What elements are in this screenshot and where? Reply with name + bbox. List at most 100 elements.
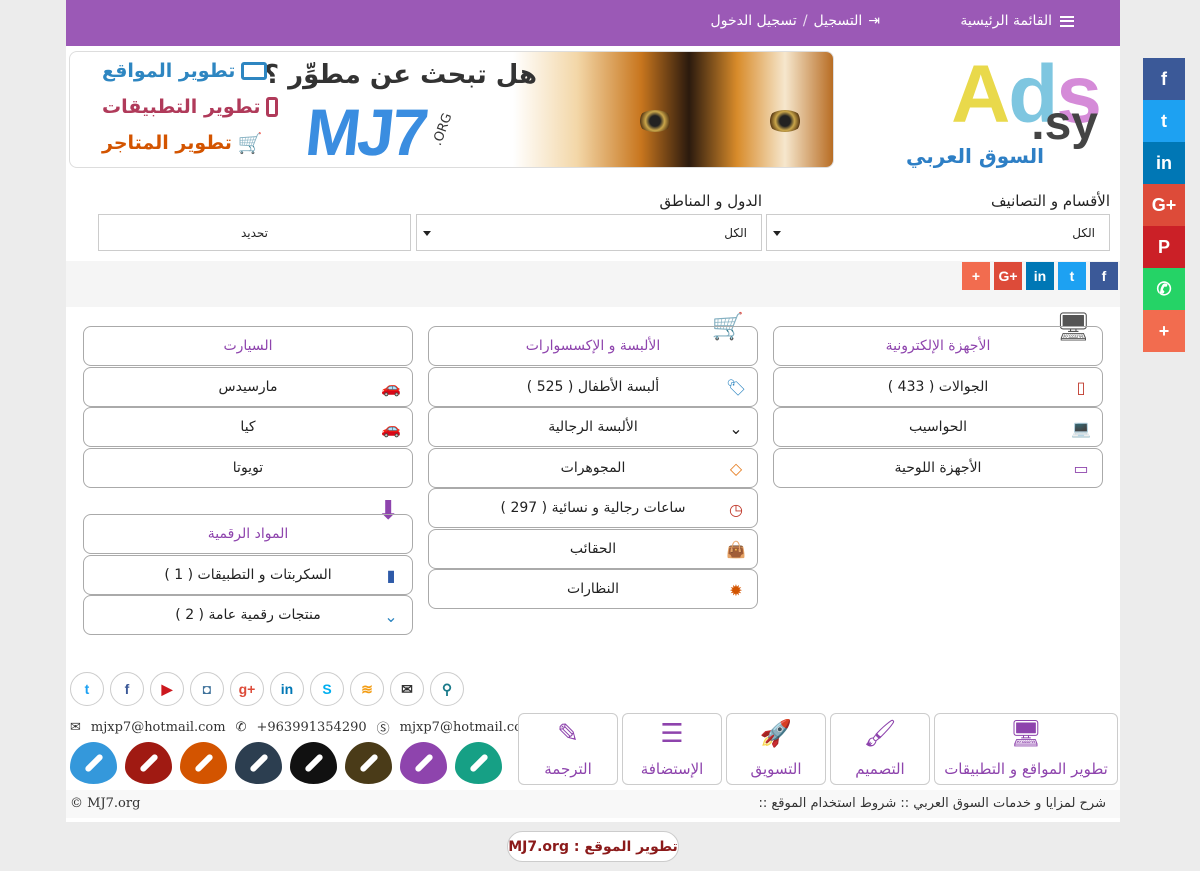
service-rocket[interactable]: 🚀 التسويق bbox=[726, 713, 826, 785]
category-item[interactable]: ◇ المجوهرات bbox=[428, 447, 758, 488]
plus-icon[interactable]: + bbox=[1143, 310, 1185, 352]
category-item[interactable]: 🏷 ألبسة الأطفال ( 525 ) bbox=[428, 366, 758, 407]
color-swatch-brush-icon[interactable] bbox=[400, 742, 447, 784]
footer-sep: :: bbox=[900, 796, 910, 811]
category-item[interactable]: ▮ السكربتات و التطبيقات ( 1 ) bbox=[83, 554, 413, 595]
google-plus-icon[interactable]: G+ bbox=[994, 262, 1022, 290]
edit-icon: ✎ bbox=[557, 719, 579, 749]
category-title[interactable]: السيارت bbox=[83, 326, 413, 366]
service-server[interactable]: ☰ الإستضافة bbox=[622, 713, 722, 785]
category-item[interactable]: 🚗 كيا bbox=[83, 407, 413, 447]
file-icon: ▮ bbox=[386, 566, 396, 585]
banner-service-web: تطوير المواقع bbox=[102, 60, 268, 82]
server-icon: ☰ bbox=[660, 719, 684, 749]
floating-share-bar: f t in G+ P ✆ + bbox=[1143, 58, 1185, 352]
car-icon: 🚗 bbox=[381, 378, 401, 397]
contact-email-2[interactable]: mjxp7@hotmail.com bbox=[400, 720, 535, 735]
contact-phone[interactable]: +963991354290 bbox=[256, 720, 366, 735]
monitor-icon bbox=[241, 62, 268, 80]
category-item[interactable]: ◷ ساعات رجالية و نسائية ( 297 ) bbox=[428, 488, 758, 528]
facebook-icon[interactable]: f bbox=[1090, 262, 1118, 290]
ad-banner[interactable]: هل تبحث عن مطوِّر ؟ MJ7 .ORG تطوير الموا… bbox=[69, 51, 834, 168]
footer-link-features[interactable]: شرح لمزايا و خدمات السوق العربي bbox=[913, 796, 1106, 811]
category-item-label: كيا bbox=[240, 419, 256, 435]
mobile-icon: ▯ bbox=[1076, 378, 1086, 397]
instagram-icon[interactable]: ◘ bbox=[190, 672, 224, 706]
linkedin-icon[interactable]: in bbox=[1026, 262, 1054, 290]
diamond-icon: ◇ bbox=[729, 459, 743, 478]
category-cars: السيارت 🚗 مارسيدس 🚗 كيا تويوتا bbox=[83, 326, 413, 488]
twitter-icon[interactable]: t bbox=[1058, 262, 1086, 290]
register-link[interactable]: التسجيل bbox=[814, 13, 863, 29]
twitter-icon[interactable]: t bbox=[70, 672, 104, 706]
developer-credit-button[interactable]: MJ7.org : تطوير الموقع bbox=[507, 831, 679, 862]
color-swatch-brush-icon[interactable] bbox=[345, 742, 392, 784]
color-swatch-brush-icon[interactable] bbox=[235, 742, 282, 784]
skype-icon[interactable]: S bbox=[310, 672, 344, 706]
sign-in-icon: ⇥ bbox=[868, 13, 880, 29]
footer-link-terms[interactable]: شروط استخدام الموقع bbox=[771, 796, 896, 811]
footer-links: :: شرح لمزايا و خدمات السوق العربي :: شر… bbox=[758, 796, 1106, 811]
color-swatch-brush-icon[interactable] bbox=[70, 742, 117, 784]
service-label: تطوير المواقع و التطبيقات bbox=[944, 760, 1108, 778]
category-item[interactable]: ▭ الأجهزة اللوحية bbox=[773, 447, 1103, 488]
linkedin-icon[interactable]: in bbox=[270, 672, 304, 706]
category-item-label: ساعات رجالية و نسائية ( 297 ) bbox=[500, 500, 686, 516]
category-item-label: منتجات رقمية عامة ( 2 ) bbox=[175, 607, 321, 623]
caret-down-icon bbox=[423, 231, 431, 236]
site-logo[interactable]: Ads .sy السوق العربي bbox=[906, 52, 1110, 172]
filter-submit-button[interactable]: تحديد bbox=[98, 214, 411, 251]
color-swatch-brush-icon[interactable] bbox=[455, 742, 502, 784]
category-item[interactable]: ⌄ منتجات رقمية عامة ( 2 ) bbox=[83, 595, 413, 635]
social-links: t f ▶ ◘ g+ in S ≋ ✉ ⚲ bbox=[70, 672, 464, 706]
category-item[interactable]: ⌄ الألبسة الرجالية bbox=[428, 407, 758, 447]
color-swatch-brush-icon[interactable] bbox=[180, 742, 227, 784]
youtube-icon[interactable]: ▶ bbox=[150, 672, 184, 706]
search-icon[interactable]: ⚲ bbox=[430, 672, 464, 706]
linkedin-icon[interactable]: in bbox=[1143, 142, 1185, 184]
google-plus-icon[interactable]: G+ bbox=[1143, 184, 1185, 226]
service-label: الإستضافة bbox=[640, 760, 704, 778]
plus-icon[interactable]: + bbox=[962, 262, 990, 290]
tiger-eye-left bbox=[637, 110, 673, 132]
service-monitor[interactable]: 🖥 تطوير المواقع و التطبيقات bbox=[934, 713, 1118, 785]
category-title[interactable]: المواد الرقمية bbox=[83, 514, 413, 554]
category-item[interactable]: تويوتا bbox=[83, 447, 413, 488]
skype-icon: Ⓢ bbox=[376, 722, 390, 737]
whatsapp-icon[interactable]: ✆ bbox=[1143, 268, 1185, 310]
category-item-label: مارسيدس bbox=[218, 378, 278, 395]
category-item-label: الألبسة الرجالية bbox=[548, 419, 638, 435]
category-item[interactable]: ✹ النظارات bbox=[428, 569, 758, 609]
regions-select[interactable]: الكل bbox=[416, 214, 762, 251]
search-filters: الأقسام و التصانيف الدول و المناطق الكل … bbox=[66, 190, 1120, 260]
categories-select[interactable]: الكل bbox=[766, 214, 1110, 251]
facebook-icon[interactable]: f bbox=[110, 672, 144, 706]
google-plus-icon[interactable]: g+ bbox=[230, 672, 264, 706]
banner-brand: MJ7 bbox=[302, 95, 430, 168]
login-link[interactable]: تسجيل الدخول bbox=[711, 13, 797, 29]
category-item[interactable]: ▯ الجوالات ( 433 ) bbox=[773, 366, 1103, 407]
service-brush[interactable]: 🖌 التصميم bbox=[830, 713, 930, 785]
category-item-label: ألبسة الأطفال ( 525 ) bbox=[526, 378, 660, 395]
category-title[interactable]: الألبسة و الإكسسوارات bbox=[428, 326, 758, 366]
caret-down-icon bbox=[773, 231, 781, 236]
twitter-icon[interactable]: t bbox=[1143, 100, 1185, 142]
category-item-label: تويوتا bbox=[232, 459, 264, 476]
rss-icon[interactable]: ≋ bbox=[350, 672, 384, 706]
service-edit[interactable]: ✎ الترجمة bbox=[518, 713, 618, 785]
category-item-label: الحواسيب bbox=[908, 419, 968, 435]
facebook-icon[interactable]: f bbox=[1143, 58, 1185, 100]
contact-email-1[interactable]: mjxp7@hotmail.com bbox=[91, 720, 226, 735]
contact-info: ✉ mjxp7@hotmail.com ✆ +963991354290 Ⓢ mj… bbox=[70, 718, 534, 737]
main-menu-button[interactable]: القائمة الرئيسية bbox=[960, 13, 1074, 29]
pinterest-icon[interactable]: P bbox=[1143, 226, 1185, 268]
tablet-icon: ▭ bbox=[1073, 459, 1089, 478]
category-item[interactable]: 🚗 مارسيدس bbox=[83, 366, 413, 407]
color-swatch-brush-icon[interactable] bbox=[290, 742, 337, 784]
envelope-icon[interactable]: ✉ bbox=[390, 672, 424, 706]
color-swatch-brush-icon[interactable] bbox=[125, 742, 172, 784]
category-item[interactable]: 👜 الحقائب bbox=[428, 528, 758, 569]
category-item[interactable]: 💻 الحواسيب bbox=[773, 407, 1103, 447]
category-title[interactable]: الأجهزة الإلكترونية bbox=[773, 326, 1103, 366]
category-item-label: الحقائب bbox=[569, 540, 617, 557]
